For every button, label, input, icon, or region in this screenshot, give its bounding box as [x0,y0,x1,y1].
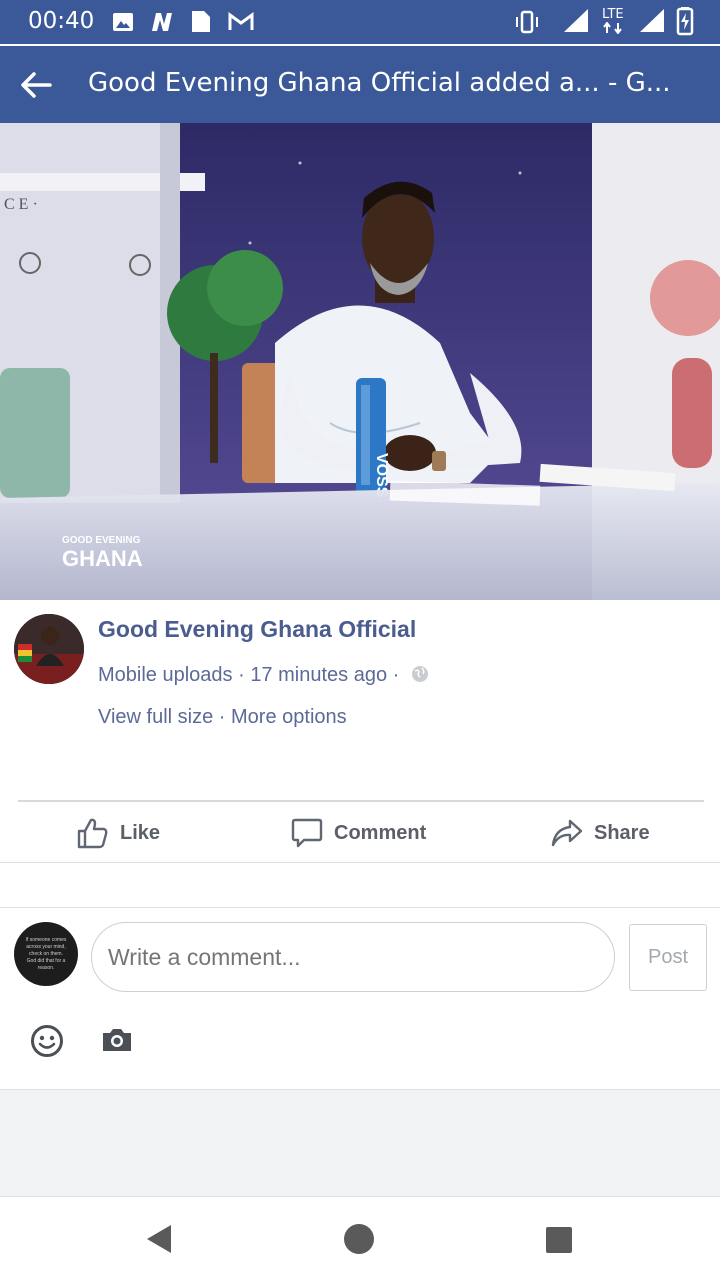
meta-separator: · [387,664,405,686]
camera-icon[interactable] [101,1026,133,1054]
watermark-bottom: GHANA [62,546,143,571]
links-separator: · [213,706,232,728]
nav-back-icon[interactable] [145,1224,173,1254]
gmail-icon [228,12,254,30]
comment-input[interactable] [91,922,615,992]
divider [0,862,720,863]
post-meta: Mobile uploads · 17 minutes ago · [98,664,429,687]
like-label: Like [120,821,161,844]
avatar-caption: If someone comes across your mind, check… [25,936,67,971]
photo-links: View full size · More options [98,706,347,729]
status-bar: 00:40 LTE [0,0,720,44]
divider [0,907,720,908]
back-arrow-icon[interactable] [20,70,52,100]
globe-icon [411,666,428,682]
system-nav-bar [0,1196,720,1280]
nav-recents-icon[interactable] [545,1226,573,1254]
share-button[interactable]: Share [550,810,650,856]
signal-icon [564,9,588,32]
post-time[interactable]: 17 minutes ago [250,664,387,686]
thumbs-up-icon [77,818,108,849]
wall-letters: C E · [4,196,38,213]
comment-icon [291,818,323,848]
share-icon [551,819,583,847]
empty-feed-area [0,1090,720,1196]
image-icon [113,13,133,31]
status-time: 00:40 [28,8,95,34]
n-app-icon [152,13,172,31]
post-button[interactable]: Post [629,924,707,991]
vibrate-icon [516,10,538,34]
nav-home-icon[interactable] [343,1223,375,1255]
user-avatar: If someone comes across your mind, check… [14,922,78,986]
file-icon [192,11,210,32]
emoji-icon[interactable] [30,1024,64,1058]
photo-illustration: VOSS GOOD EVENING GHANA C E · [0,123,720,600]
watermark-top: GOOD EVENING [62,535,141,546]
view-full-size-link[interactable]: View full size [98,706,213,728]
like-button[interactable]: Like [76,810,160,856]
battery-icon [676,7,694,36]
meta-separator: · [232,664,251,686]
upload-source[interactable]: Mobile uploads [98,664,233,686]
app-bar: Good Evening Ghana Official added a... -… [0,46,720,123]
share-label: Share [594,821,650,844]
author-avatar[interactable] [14,614,84,684]
post-photo[interactable]: VOSS GOOD EVENING GHANA C E · [0,123,720,600]
data-arrows-icon [603,22,622,34]
more-options-link[interactable]: More options [231,706,347,728]
page-title: Good Evening Ghana Official added a... -… [88,68,671,98]
author-name[interactable]: Good Evening Ghana Official [98,616,416,643]
avatar-image [14,614,84,684]
comment-button[interactable]: Comment [290,810,426,856]
network-type: LTE [602,7,624,22]
comment-label: Comment [334,821,427,844]
signal-icon [640,9,664,32]
divider [18,800,704,802]
